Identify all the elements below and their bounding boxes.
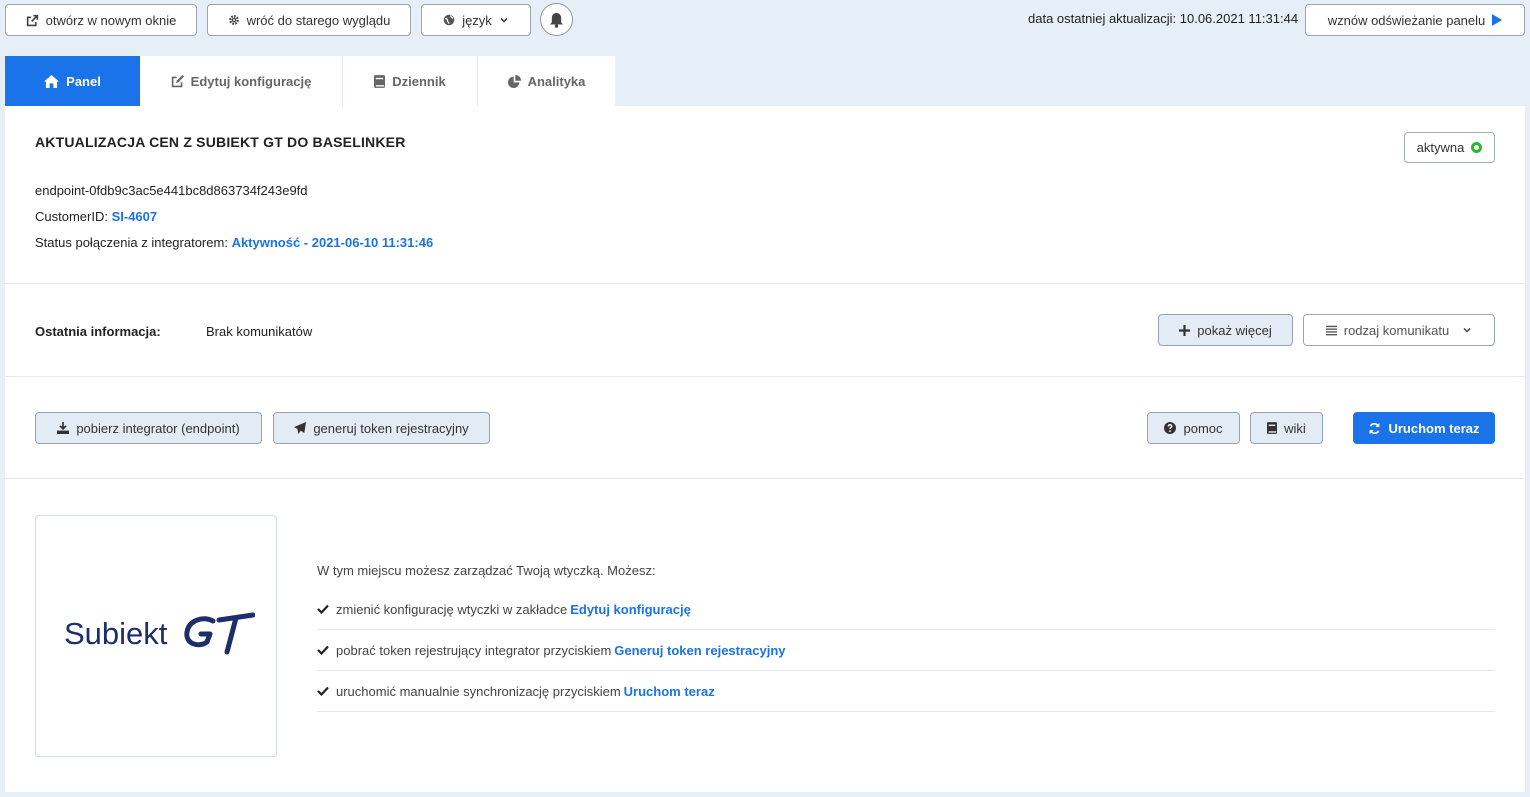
paper-plane-icon xyxy=(294,422,307,434)
download-icon xyxy=(57,422,70,434)
refresh-icon xyxy=(1370,422,1380,434)
message-type-dropdown[interactable]: rodzaj komunikatu xyxy=(1303,314,1495,346)
help-item-text: pobrać token rejestrujący integrator prz… xyxy=(336,642,612,658)
tab-edit-config-label: Edytuj konfigurację xyxy=(190,73,312,89)
help-item-text: zmienić konfigurację wtyczki w zakładce xyxy=(336,601,568,617)
run-now-button[interactable]: Uruchom teraz xyxy=(1353,412,1495,444)
edit-icon xyxy=(171,74,184,87)
last-update-text: data ostatniej aktualizacji: 10.06.2021 … xyxy=(1028,11,1299,26)
back-old-look-button[interactable]: wróć do starego wyglądu xyxy=(207,4,411,36)
help-label: pomoc xyxy=(1183,420,1223,436)
book-icon xyxy=(1267,422,1278,434)
show-more-label: pokaż więcej xyxy=(1197,322,1272,338)
help-button[interactable]: pomoc xyxy=(1147,412,1240,444)
open-new-window-label: otwórz w nowym oknie xyxy=(45,12,177,28)
open-new-window-button[interactable]: otwórz w nowym oknie xyxy=(5,4,197,36)
help-list: zmienić konfigurację wtyczki w zakładce E… xyxy=(317,589,1495,712)
wiki-button[interactable]: wiki xyxy=(1250,412,1323,444)
download-integrator-label: pobierz integrator (endpoint) xyxy=(76,420,240,436)
divider xyxy=(5,478,1525,479)
generate-token-link[interactable]: Generuj token rejestracyjny xyxy=(614,643,785,658)
external-link-icon xyxy=(26,14,38,26)
connection-status-value: Aktywność - 2021-06-10 11:31:46 xyxy=(231,235,434,250)
subiekt-gt-logo xyxy=(184,612,255,655)
connection-status-label: Status połączenia z integratorem: xyxy=(35,235,232,250)
tab-log[interactable]: Dziennik xyxy=(343,56,478,106)
customer-id-value: SI-4607 xyxy=(111,209,158,224)
book-icon xyxy=(374,74,386,88)
globe-icon xyxy=(443,14,455,26)
status-label: aktywna xyxy=(1416,140,1465,155)
resume-refresh-button[interactable]: wznów odświeżanie panelu xyxy=(1305,4,1525,36)
last-info-value: Brak komunikatów xyxy=(206,324,313,339)
divider xyxy=(5,283,1525,284)
help-item-text: uruchomić manualnie synchronizację przyc… xyxy=(336,683,621,699)
help-intro-text: W tym miejscu możesz zarządzać Twoją wty… xyxy=(317,563,656,578)
chevron-down-icon xyxy=(500,17,508,23)
subiekt-logo-text: Subiekt xyxy=(64,616,168,651)
question-icon xyxy=(1164,422,1177,434)
connection-status-row: Status połączenia z integratorem: Aktywn… xyxy=(35,235,433,250)
run-now-link[interactable]: Uruchom teraz xyxy=(624,684,715,699)
last-info-label: Ostatnia informacja: xyxy=(35,324,161,339)
divider xyxy=(5,376,1525,377)
customer-id-row: CustomerID: SI-4607 xyxy=(35,209,157,224)
tab-edit-config[interactable]: Edytuj konfigurację xyxy=(140,56,343,106)
endpoint-text: endpoint-0fdb9c3ac5e441bc8d863734f243e9f… xyxy=(35,183,308,198)
customer-id-label: CustomerID: xyxy=(35,209,112,224)
chevron-down-icon xyxy=(1463,327,1471,333)
tab-analytics-label: Analityka xyxy=(527,73,586,89)
check-icon xyxy=(317,686,329,696)
resume-refresh-label: wznów odświeżanie panelu xyxy=(1327,12,1486,28)
tab-bar: Panel Edytuj konfigurację Dziennik Anali… xyxy=(5,56,615,106)
back-old-look-label: wróć do starego wyglądu xyxy=(246,12,391,28)
bell-icon xyxy=(549,12,564,28)
run-now-label: Uruchom teraz xyxy=(1388,420,1480,436)
check-icon xyxy=(317,645,329,655)
wiki-label: wiki xyxy=(1284,420,1306,436)
list-item: pobrać token rejestrujący integrator prz… xyxy=(317,630,1495,671)
message-type-label: rodzaj komunikatu xyxy=(1343,322,1450,338)
show-more-button[interactable]: pokaż więcej xyxy=(1158,314,1293,346)
tab-panel[interactable]: Panel xyxy=(5,56,140,106)
tab-log-label: Dziennik xyxy=(392,73,446,89)
notifications-button[interactable] xyxy=(540,3,573,36)
play-icon xyxy=(1492,14,1503,26)
plus-icon xyxy=(1179,324,1191,336)
list-item: uruchomić manualnie synchronizację przyc… xyxy=(317,671,1495,712)
tab-panel-label: Panel xyxy=(66,73,101,89)
page-title: AKTUALIZACJA CEN Z SUBIEKT GT DO BASELIN… xyxy=(35,134,406,150)
main-panel: AKTUALIZACJA CEN Z SUBIEKT GT DO BASELIN… xyxy=(5,106,1525,792)
edit-config-link[interactable]: Edytuj konfigurację xyxy=(570,602,691,617)
language-label: język xyxy=(462,12,492,28)
list-icon xyxy=(1325,325,1337,335)
pie-chart-icon xyxy=(507,74,521,88)
status-badge: aktywna xyxy=(1404,132,1495,163)
gear-icon xyxy=(228,15,239,25)
home-icon xyxy=(44,74,60,88)
logo-box: Subiekt xyxy=(35,515,277,757)
download-integrator-button[interactable]: pobierz integrator (endpoint) xyxy=(35,412,262,444)
generate-token-label: generuj token rejestracyjny xyxy=(313,420,469,436)
status-dot-icon xyxy=(1471,142,1483,153)
check-icon xyxy=(317,604,329,614)
list-item: zmienić konfigurację wtyczki w zakładce E… xyxy=(317,589,1495,630)
language-dropdown[interactable]: język xyxy=(421,4,531,36)
generate-token-button[interactable]: generuj token rejestracyjny xyxy=(273,412,490,444)
tab-analytics[interactable]: Analityka xyxy=(478,56,615,106)
